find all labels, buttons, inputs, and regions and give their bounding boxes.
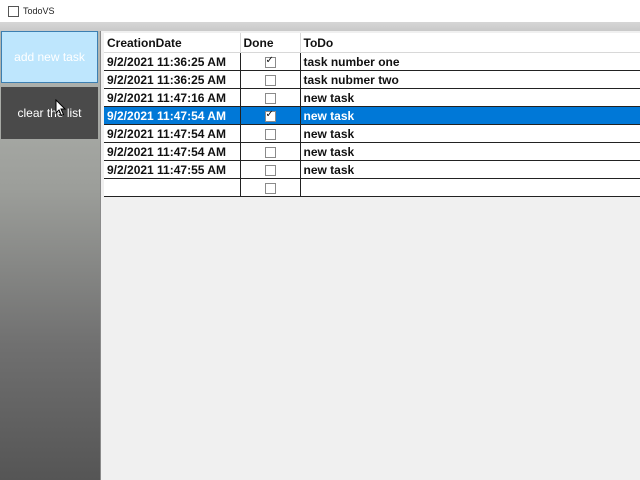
done-checkbox[interactable]: [264, 128, 276, 140]
column-header-done[interactable]: Done: [240, 33, 301, 53]
app-icon: [8, 5, 19, 17]
cell-creation-date[interactable]: 9/2/2021 11:47:55 AM: [104, 160, 241, 179]
cell-todo[interactable]: task nubmer two: [300, 70, 640, 89]
done-checkbox[interactable]: [264, 74, 276, 86]
mouse-pointer-icon: [55, 99, 67, 117]
table-row[interactable]: 9/2/2021 11:47:55 AM new task: [104, 160, 640, 179]
column-header-todo[interactable]: ToDo: [300, 33, 640, 53]
cell-done: [240, 52, 301, 71]
cell-todo[interactable]: new task: [300, 142, 640, 161]
cell-done: [240, 178, 301, 197]
done-checkbox[interactable]: [264, 109, 276, 122]
done-checkbox[interactable]: [264, 92, 276, 104]
cell-todo[interactable]: new task: [300, 106, 640, 125]
cell-done: [240, 160, 301, 179]
cell-done: [240, 142, 301, 161]
todo-data-grid[interactable]: CreationDate Done ToDo 9/2/2021 11:36:25…: [104, 33, 640, 197]
clear-list-button[interactable]: clear the list: [1, 87, 98, 139]
title-bar: TodoVS: [0, 0, 640, 22]
done-checkbox[interactable]: [264, 164, 276, 176]
window-title: TodoVS: [23, 6, 55, 16]
cell-done: [240, 88, 301, 107]
add-new-task-button[interactable]: add new task: [1, 31, 98, 83]
cell-creation-date[interactable]: 9/2/2021 11:36:25 AM: [104, 70, 241, 89]
cell-creation-date[interactable]: [104, 178, 241, 197]
cell-creation-date[interactable]: 9/2/2021 11:47:16 AM: [104, 88, 241, 107]
cell-todo[interactable]: new task: [300, 88, 640, 107]
done-checkbox[interactable]: [264, 55, 276, 68]
cell-creation-date[interactable]: 9/2/2021 11:36:25 AM: [104, 52, 241, 71]
table-row[interactable]: 9/2/2021 11:36:25 AM task number one: [104, 52, 640, 71]
cell-creation-date[interactable]: 9/2/2021 11:47:54 AM: [104, 142, 241, 161]
done-checkbox[interactable]: [264, 182, 276, 194]
cell-done: [240, 70, 301, 89]
cell-creation-date[interactable]: 9/2/2021 11:47:54 AM: [104, 124, 241, 143]
title-bar-divider: [0, 22, 640, 31]
cell-done: [240, 124, 301, 143]
table-row[interactable]: [104, 178, 640, 197]
table-row[interactable]: 9/2/2021 11:47:54 AM new task: [104, 124, 640, 143]
table-row[interactable]: 9/2/2021 11:47:16 AM new task: [104, 88, 640, 107]
table-row[interactable]: 9/2/2021 11:47:54 AM new task: [104, 106, 640, 125]
grid-body: 9/2/2021 11:36:25 AMtask number one9/2/2…: [104, 52, 640, 197]
cell-todo[interactable]: new task: [300, 160, 640, 179]
main-content: CreationDate Done ToDo 9/2/2021 11:36:25…: [101, 31, 640, 480]
cell-done: [240, 106, 301, 125]
cell-todo[interactable]: task number one: [300, 52, 640, 71]
table-row[interactable]: 9/2/2021 11:47:54 AM new task: [104, 142, 640, 161]
cell-creation-date[interactable]: 9/2/2021 11:47:54 AM: [104, 106, 241, 125]
cell-todo[interactable]: new task: [300, 124, 640, 143]
table-row[interactable]: 9/2/2021 11:36:25 AM task nubmer two: [104, 70, 640, 89]
cell-todo[interactable]: [300, 178, 640, 197]
sidebar: add new task clear the list: [0, 31, 101, 480]
grid-header-row: CreationDate Done ToDo: [104, 33, 640, 53]
done-checkbox[interactable]: [264, 146, 276, 158]
column-header-creation-date[interactable]: CreationDate: [104, 33, 241, 53]
